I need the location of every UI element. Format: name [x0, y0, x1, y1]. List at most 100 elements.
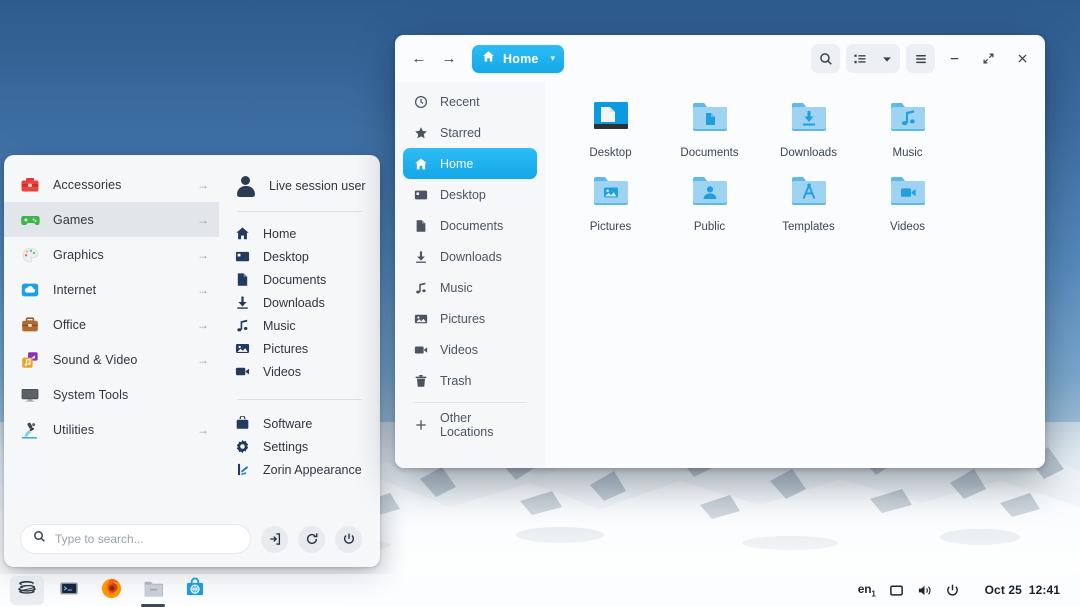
- sidebar-label: Other Locations: [440, 410, 494, 439]
- sidebar-label: Downloads: [440, 249, 502, 264]
- forward-button[interactable]: →: [435, 45, 463, 73]
- breadcrumb-home[interactable]: Home ▾: [472, 44, 565, 73]
- category-label: Accessories: [53, 177, 122, 192]
- file-item-desktop[interactable]: Desktop: [561, 96, 660, 170]
- clock-time: 12:41: [1028, 583, 1060, 598]
- back-button[interactable]: ←: [405, 45, 433, 73]
- place-label: Music: [263, 318, 296, 333]
- menu-category-sound-video[interactable]: Sound & Video →: [4, 342, 219, 377]
- user-row[interactable]: Live session user: [235, 171, 368, 201]
- music-note-icon: [413, 280, 429, 296]
- hamburger-menu-icon[interactable]: [906, 44, 935, 73]
- place-pictures[interactable]: Pictures: [235, 337, 368, 360]
- templates-folder-icon: [786, 172, 832, 216]
- place-documents[interactable]: Documents: [235, 268, 368, 291]
- zorin-menu-button[interactable]: [10, 576, 44, 605]
- menu-category-utilities[interactable]: Utilities →: [4, 412, 219, 447]
- volume-icon[interactable]: [917, 583, 932, 598]
- video-camera-icon: [413, 342, 429, 358]
- file-item-documents[interactable]: Documents: [660, 96, 759, 170]
- videos-folder-icon: [885, 172, 931, 216]
- sidebar-label: Home: [440, 156, 474, 171]
- place-desktop[interactable]: Desktop: [235, 245, 368, 268]
- power-button[interactable]: [335, 525, 362, 553]
- category-label: Internet: [53, 282, 97, 297]
- display-icon[interactable]: [889, 583, 904, 598]
- public-folder-icon: [687, 172, 733, 216]
- menu-category-system-tools[interactable]: System Tools: [4, 377, 219, 412]
- music-folder-icon: [885, 98, 931, 142]
- sidebar-item-downloads[interactable]: Downloads: [403, 241, 537, 272]
- menu-category-accessories[interactable]: Accessories →: [4, 167, 219, 202]
- sidebar-item-home[interactable]: Home: [403, 148, 537, 179]
- view-dropdown-icon[interactable]: [873, 44, 900, 73]
- category-label: Games: [53, 212, 94, 227]
- sidebar-item-trash[interactable]: Trash: [403, 365, 537, 396]
- documents-folder-icon: [687, 98, 733, 142]
- system-tray: en1 Oct 25 12:41: [858, 582, 1070, 598]
- software-button[interactable]: [178, 576, 212, 605]
- sidebar-label: Desktop: [440, 187, 486, 202]
- place-videos[interactable]: Videos: [235, 360, 368, 383]
- sidebar-item-documents[interactable]: Documents: [403, 210, 537, 241]
- search-input[interactable]: [55, 532, 238, 546]
- close-button[interactable]: [1007, 44, 1037, 73]
- gamepad-green-icon: [20, 210, 40, 230]
- menu-category-games[interactable]: Games →: [4, 202, 219, 237]
- sidebar-item-starred[interactable]: Starred: [403, 117, 537, 148]
- sidebar-label: Recent: [440, 94, 480, 109]
- file-item-pictures[interactable]: Pictures: [561, 170, 660, 244]
- system-software[interactable]: Software: [235, 412, 368, 435]
- sidebar-item-other-locations[interactable]: Other Locations: [403, 409, 537, 440]
- clock[interactable]: Oct 25 12:41: [985, 583, 1068, 597]
- restart-button[interactable]: [298, 525, 325, 553]
- menu-category-graphics[interactable]: Graphics →: [4, 237, 219, 272]
- file-item-downloads[interactable]: Downloads: [759, 96, 858, 170]
- sidebar-label: Videos: [440, 342, 478, 357]
- place-label: Home: [263, 226, 297, 241]
- search-icon[interactable]: [811, 44, 840, 73]
- chevron-right-icon: →: [197, 247, 209, 262]
- place-label: Downloads: [263, 295, 325, 310]
- file-item-videos[interactable]: Videos: [858, 170, 957, 244]
- user-avatar-icon: [235, 175, 256, 197]
- file-item-music[interactable]: Music: [858, 96, 957, 170]
- files-button[interactable]: [136, 576, 170, 605]
- file-item-public[interactable]: Public: [660, 170, 759, 244]
- system-zorin-appearance[interactable]: Zorin Appearance: [235, 458, 368, 481]
- music-note-icon: [235, 318, 251, 334]
- maximize-button[interactable]: [973, 44, 1003, 73]
- palette-icon: [20, 245, 40, 265]
- search-box[interactable]: [20, 524, 251, 554]
- firefox-button[interactable]: [94, 576, 128, 605]
- system-label: Zorin Appearance: [263, 462, 362, 477]
- system-settings[interactable]: Settings: [235, 435, 368, 458]
- power-icon[interactable]: [945, 583, 960, 598]
- minimize-button[interactable]: [939, 44, 969, 73]
- plus-icon: [413, 417, 429, 433]
- sidebar-item-pictures[interactable]: Pictures: [403, 303, 537, 334]
- place-music[interactable]: Music: [235, 314, 368, 337]
- firefox-icon: [100, 577, 123, 605]
- terminal-button[interactable]: [52, 576, 86, 605]
- keyboard-layout-indicator[interactable]: en1: [858, 582, 876, 598]
- sidebar-item-music[interactable]: Music: [403, 272, 537, 303]
- logout-button[interactable]: [261, 525, 288, 553]
- file-name: Public: [693, 221, 726, 233]
- view-list-icon[interactable]: [846, 44, 873, 73]
- keyboard-layout-sub: 1: [871, 589, 876, 599]
- music-video-icon: [20, 350, 40, 370]
- picture-icon: [413, 311, 429, 327]
- file-item-templates[interactable]: Templates: [759, 170, 858, 244]
- files-folder-icon: [142, 577, 165, 605]
- place-downloads[interactable]: Downloads: [235, 291, 368, 314]
- sidebar-item-videos[interactable]: Videos: [403, 334, 537, 365]
- menu-category-office[interactable]: Office →: [4, 307, 219, 342]
- user-name: Live session user: [269, 179, 366, 193]
- menu-category-internet[interactable]: Internet →: [4, 272, 219, 307]
- places-panel: Live session user Home Desktop Documents…: [219, 155, 380, 511]
- sidebar-item-recent[interactable]: Recent: [403, 86, 537, 117]
- place-home[interactable]: Home: [235, 222, 368, 245]
- divider: [237, 211, 362, 212]
- sidebar-item-desktop[interactable]: Desktop: [403, 179, 537, 210]
